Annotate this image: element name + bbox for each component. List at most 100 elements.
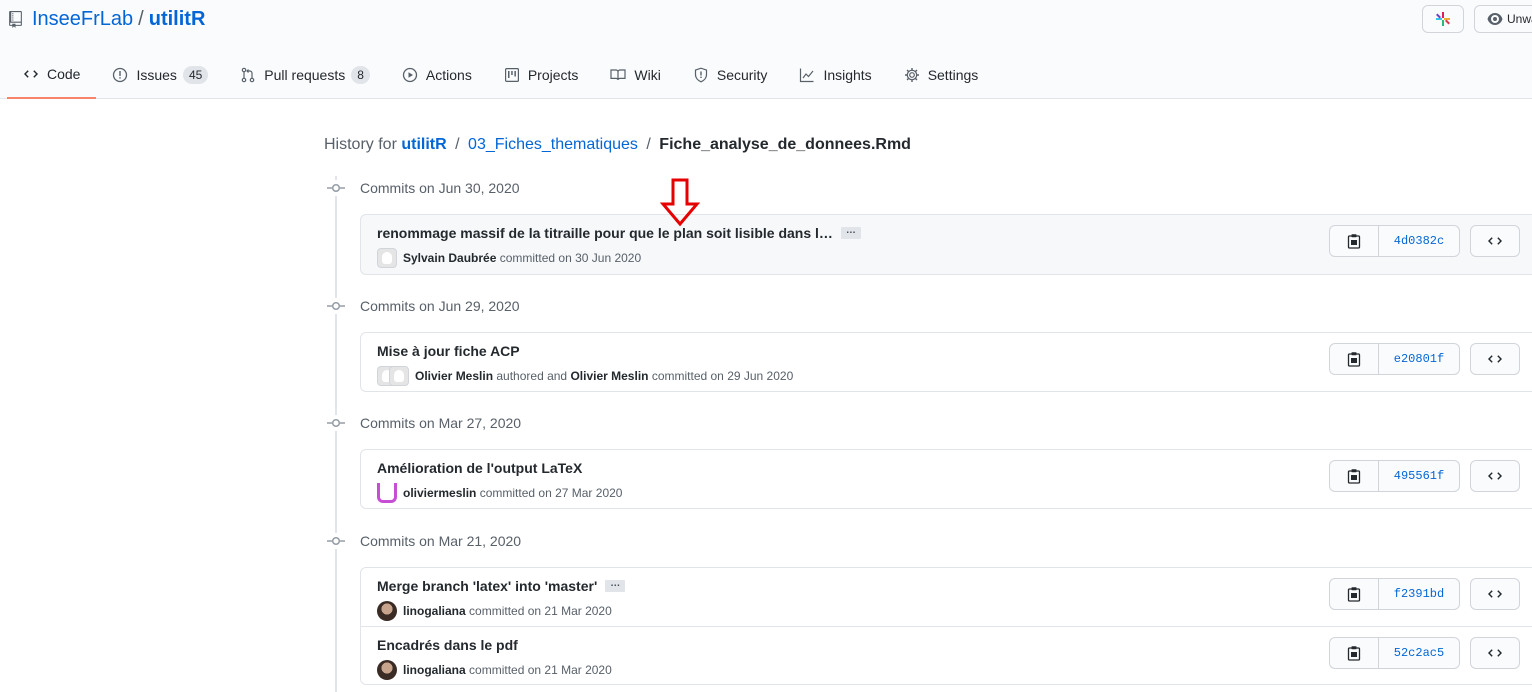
avatar[interactable] [389,366,409,386]
commit-sha-link[interactable]: 495561f [1379,460,1460,492]
commit-actions: e20801f [1329,343,1520,375]
expand-message-button[interactable]: … [840,226,861,239]
commit-author[interactable]: linogaliana [403,663,466,677]
copy-sha-button[interactable] [1329,225,1379,257]
commit-title: Amélioration de l'output LaTeX [377,460,582,476]
timeline-line [335,176,337,692]
tab-pull-requests[interactable]: Pull requests 8 [224,50,386,99]
tab-code[interactable]: Code [7,50,97,99]
commit-sha-link[interactable]: e20801f [1379,343,1460,375]
annotation-arrow-icon [660,178,700,227]
book-icon [610,68,627,80]
commit-item: Mise à jour fiche ACP Olivier Meslin aut… [361,333,1532,391]
commit-meta: linogaliana committed on 21 Mar 2020 [377,601,612,621]
breadcrumb-separator: / [455,136,460,153]
commit-date-text: committed on 30 Jun 2020 [499,251,642,265]
code-icon [1488,237,1502,245]
commit-group-date: Commits on Jun 29, 2020 [360,298,520,314]
commit-message-link[interactable]: Merge branch 'latex' into 'master' [377,578,597,594]
copy-sha-button[interactable] [1329,460,1379,492]
commit-sha-link[interactable]: f2391bd [1379,578,1460,610]
issues-counter: 45 [182,65,209,84]
browse-repo-button[interactable] [1470,460,1520,492]
commit-group-date: Commits on Jun 30, 2020 [360,180,520,196]
repo-owner-link[interactable]: InseeFrLab [32,8,133,31]
expand-message-button[interactable]: … [605,579,626,592]
play-icon [402,67,418,82]
breadcrumb-folder-link[interactable]: 03_Fiches_thematiques [468,136,638,153]
git-commit-icon [327,533,345,549]
tab-wiki[interactable]: Wiki [594,50,676,99]
tab-insights[interactable]: Insights [783,50,887,99]
eye-icon [1487,13,1503,25]
copy-sha-button[interactable] [1329,637,1379,669]
history-breadcrumb: History for utilitR / 03_Fiches_thematiq… [324,136,911,154]
avatar[interactable] [377,660,397,680]
commit-group-header: Commits on Mar 27, 2020 [327,413,521,433]
copy-sha-button[interactable] [1329,578,1379,610]
tab-projects[interactable]: Projects [488,50,595,99]
commit-message-link[interactable]: renommage massif de la titraille pour qu… [377,225,833,241]
browse-repo-button[interactable] [1470,637,1520,669]
commit-meta: Olivier Meslin authored and Olivier Mesl… [377,366,793,386]
avatar[interactable] [377,248,397,268]
tab-security-label: Security [716,66,768,83]
tab-settings-label: Settings [927,66,979,83]
code-icon [24,69,38,78]
breadcrumb-repo-link[interactable]: utilitR [401,136,446,153]
clipboard-icon [1347,234,1361,249]
commit-actions: 495561f [1329,460,1520,492]
browse-repo-button[interactable] [1470,578,1520,610]
git-pull-request-icon [241,67,255,82]
tab-settings[interactable]: Settings [888,50,995,99]
tab-projects-label: Projects [527,66,579,83]
issue-opened-icon [113,67,128,82]
breadcrumb-prefix: History for [324,136,397,153]
git-commit-icon [327,180,345,196]
app-logo-icon [1436,12,1450,26]
breadcrumb-file: Fiche_analyse_de_donnees.Rmd [659,136,911,153]
repo-separator: / [138,8,144,30]
commit-sha-link[interactable]: 4d0382c [1379,225,1460,257]
commit-author[interactable]: Sylvain Daubrée [403,251,496,265]
tab-wiki-label: Wiki [634,66,661,83]
commit-author[interactable]: oliviermeslin [403,486,476,500]
commit-meta: linogaliana committed on 21 Mar 2020 [377,660,612,680]
commit-committer[interactable]: Olivier Meslin [570,369,648,383]
avatar[interactable] [377,483,397,503]
unwatch-button[interactable]: Unwatch [1474,5,1532,33]
unwatch-label: Unwatch [1507,12,1532,26]
repo-icon [9,11,22,28]
commit-message-link[interactable]: Encadrés dans le pdf [377,637,518,653]
commit-author[interactable]: linogaliana [403,604,466,618]
tab-code-label: Code [47,65,81,82]
browse-repo-button[interactable] [1470,343,1520,375]
commit-item: Merge branch 'latex' into 'master' … lin… [361,568,1532,626]
commit-message-link[interactable]: Amélioration de l'output LaTeX [377,460,582,476]
code-icon [1488,590,1502,598]
commit-sha-link[interactable]: 52c2ac5 [1379,637,1460,669]
repo-name-link[interactable]: utilitR [149,8,206,31]
clipboard-icon [1347,469,1361,484]
avatar-stack [377,366,409,386]
commit-author[interactable]: Olivier Meslin [415,369,493,383]
commit-list: Amélioration de l'output LaTeX olivierme… [360,449,1532,509]
pull-requests-counter: 8 [351,65,370,84]
tab-security[interactable]: Security [677,50,784,99]
app-button[interactable] [1422,5,1464,33]
commit-date-text: committed on 21 Mar 2020 [469,604,612,618]
browse-repo-button[interactable] [1470,225,1520,257]
commit-group-header: Commits on Jun 30, 2020 [327,178,520,198]
tab-pull-requests-label: Pull requests [264,66,346,83]
code-icon [1488,472,1502,480]
commit-date-text: committed on 29 Jun 2020 [651,369,794,383]
tab-actions[interactable]: Actions [386,50,488,99]
commit-message-link[interactable]: Mise à jour fiche ACP [377,343,520,359]
commit-item: renommage massif de la titraille pour qu… [361,215,1532,274]
copy-sha-button[interactable] [1329,343,1379,375]
commit-title: Mise à jour fiche ACP [377,343,520,359]
tab-issues[interactable]: Issues 45 [96,50,224,99]
git-commit-icon [327,298,345,314]
commit-title: Merge branch 'latex' into 'master' … [377,578,626,594]
avatar[interactable] [377,601,397,621]
